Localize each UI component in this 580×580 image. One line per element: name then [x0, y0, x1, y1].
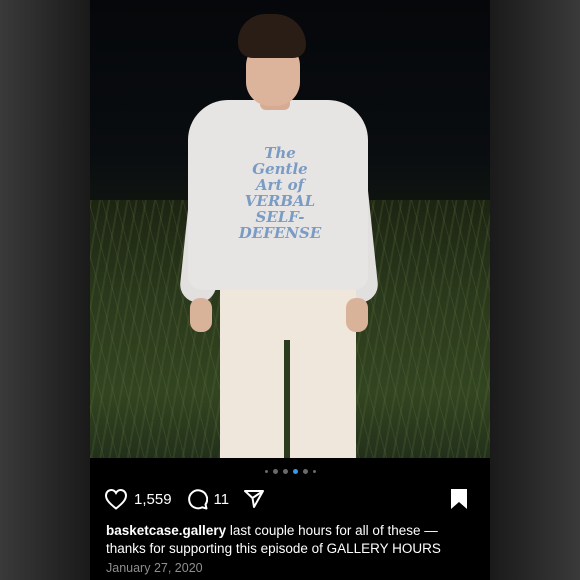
shirt-print-line: DEFENSE: [238, 224, 322, 242]
shirt-print-line: The: [264, 144, 296, 162]
share-icon: [244, 490, 265, 508]
share-button[interactable]: [243, 489, 271, 509]
instagram-post: The Gentle Art of VERBAL SELF- DEFENSE 1…: [90, 0, 490, 580]
comment-count: 11: [213, 490, 230, 508]
shirt-print-line: VERBAL: [244, 192, 316, 210]
right-hand: [346, 298, 368, 332]
carousel-dot-active: [292, 468, 298, 474]
post-photo[interactable]: The Gentle Art of VERBAL SELF- DEFENSE: [90, 0, 490, 458]
pants-gap: [284, 340, 290, 458]
carousel-dot: [302, 468, 308, 474]
carousel-dot: [312, 469, 316, 473]
shirt-print: The Gentle Art of VERBAL SELF- DEFENSE: [222, 144, 338, 241]
comment-button[interactable]: 11: [186, 488, 230, 510]
caption-text-line1: last couple hours for all of these —: [229, 523, 438, 538]
shirt-print-line: Gentle: [252, 160, 308, 178]
left-hand: [190, 298, 212, 332]
username-link[interactable]: basketcase.gallery: [106, 523, 226, 538]
comment-icon: [187, 489, 208, 510]
like-count: 1,559: [134, 490, 172, 508]
caption-text-line2: thanks for supporting this episode of GA…: [106, 541, 441, 556]
carousel-dot: [272, 468, 278, 474]
background-blur-left: [0, 0, 90, 580]
carousel-dot: [282, 468, 288, 474]
shirt-print-line: Art of: [255, 176, 305, 194]
bookmark-icon: [451, 489, 467, 509]
action-bar: 1,559 11: [104, 486, 476, 512]
heart-icon: [104, 488, 128, 510]
background-blur-right: [490, 0, 580, 580]
bookmark-button[interactable]: [450, 488, 474, 510]
carousel-indicator: [90, 466, 490, 476]
shirt-print-line: SELF-: [255, 208, 305, 226]
post-date: January 27, 2020: [106, 561, 203, 575]
post-caption: basketcase.gallery last couple hours for…: [106, 522, 478, 558]
carousel-dot: [264, 469, 268, 473]
like-button[interactable]: 1,559: [104, 488, 172, 510]
